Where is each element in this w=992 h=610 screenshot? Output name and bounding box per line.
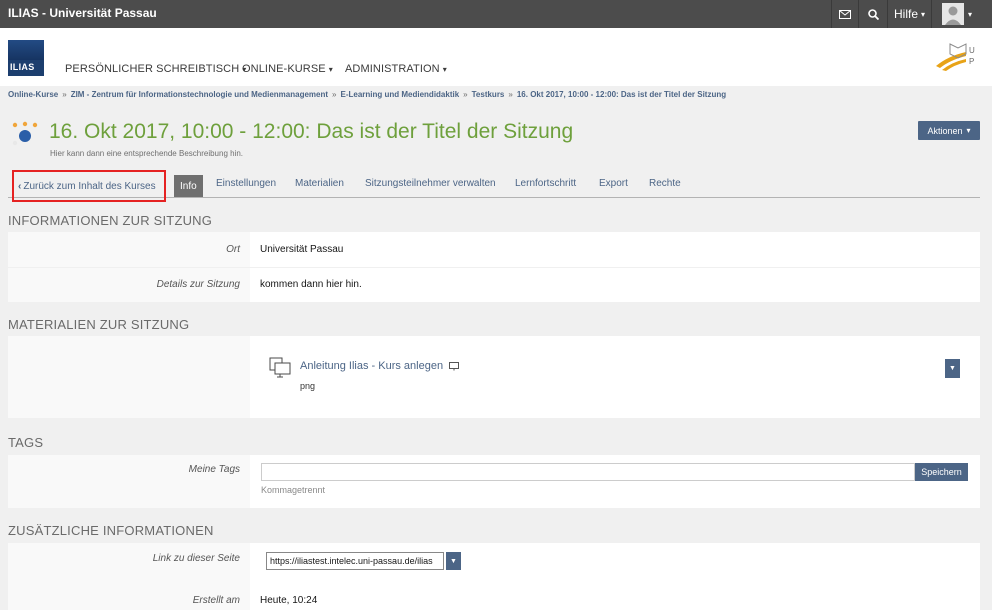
chevron-down-icon: ▾ [967,9,972,19]
page-link-dropdown[interactable]: ▼ [446,552,461,570]
monitor-icon[interactable] [449,362,459,371]
tab-info[interactable]: Info [174,175,203,197]
breadcrumb-item[interactable]: ZIM - Zentrum für Informationstechnologi… [71,90,328,99]
save-tags-button[interactable]: Speichern [915,463,968,481]
nav-online-courses[interactable]: ONLINE-KURSE ▾ [242,63,333,75]
section-title-extra: ZUSÄTZLICHE INFORMATIONEN [8,523,214,538]
logo-letter-u: U [969,46,975,55]
nav-label: ONLINE-KURSE [242,63,326,75]
material-type: png [300,381,316,391]
tab-permissions[interactable]: Rechte [649,178,681,189]
help-label: Hilfe [893,7,918,21]
field-label-tags: Meine Tags [188,464,240,475]
search-icon [867,8,879,20]
tags-input[interactable] [261,463,915,481]
nav-administration[interactable]: ADMINISTRATION ▾ [345,63,447,75]
info-panel: Ort Universität Passau Details zur Sitzu… [8,232,980,302]
back-label: Zurück zum Inhalt des Kurses [23,180,156,192]
material-link[interactable]: Anleitung Ilias - Kurs anlegen [300,360,443,372]
extra-panel: Link zu dieser Seite https://iliastest.i… [8,543,980,610]
university-passau-logo: U P [936,43,975,71]
label-column [8,336,250,418]
session-icon [12,121,38,146]
chevron-left-icon: ‹ [18,180,22,192]
tab-participants[interactable]: Sitzungsteilnehmer verwalten [365,178,496,189]
breadcrumb-separator: » [62,90,67,99]
user-avatar-icon [941,3,964,25]
field-label-created: Erstellt am [192,595,240,606]
help-menu[interactable]: Hilfe ▾ [888,0,931,28]
chevron-down-icon: ▾ [442,65,447,74]
field-label-details: Details zur Sitzung [156,279,240,290]
section-title-info: INFORMATIONEN ZUR SITZUNG [8,213,213,228]
material-actions-dropdown[interactable]: ▼ [945,359,960,378]
nav-label: PERSÖNLICHER SCHREIBTISCH [65,63,240,75]
tab-export[interactable]: Export [599,178,628,189]
breadcrumb: Online-Kurse » ZIM - Zentrum für Informati… [8,90,726,99]
breadcrumb-item[interactable]: Online-Kurse [8,90,58,99]
breadcrumb-item[interactable]: Testkurs [472,90,505,99]
tab-settings[interactable]: Einstellungen [216,178,276,189]
field-value-details: kommen dann hier hin. [260,279,362,290]
breadcrumb-item-current[interactable]: 16. Okt 2017, 10:00 - 12:00: Das ist der… [517,90,726,99]
section-title-tags: TAGS [8,435,44,450]
chevron-down-icon: ▾ [921,9,926,19]
tab-materials[interactable]: Materialien [295,178,344,189]
materials-panel: Anleitung Ilias - Kurs anlegen png ▼ [8,336,980,418]
section-title-materials: MATERIALIEN ZUR SITZUNG [8,317,190,332]
ilias-logo[interactable]: ILIAS [8,40,44,76]
chevron-down-icon: ▼ [450,557,457,565]
field-label-location: Ort [226,244,240,255]
chevron-down-icon: ▾ [966,126,971,135]
page-title: 16. Okt 2017, 10:00 - 12:00: Das ist der… [49,120,574,143]
breadcrumb-item[interactable]: E-Learning und Mediendidaktik [340,90,459,99]
nav-label: ADMINISTRATION [345,63,440,75]
mail-button[interactable] [832,0,858,28]
search-button[interactable] [859,0,887,28]
field-label-link: Link zu dieser Seite [152,553,240,564]
file-icon [269,357,291,378]
tab-learning-progress[interactable]: Lernfortschritt [515,178,576,189]
row-divider [8,267,980,268]
label-column [8,455,250,508]
top-bar: ILIAS - Universität Passau Hilfe ▾ ▾ [0,0,992,28]
logo-letter-p: P [969,57,974,66]
chevron-down-icon: ▾ [328,65,333,74]
field-value-location: Universität Passau [260,244,344,255]
nav-personal-desk[interactable]: PERSÖNLICHER SCHREIBTISCH ▾ [65,63,246,75]
actions-label: Aktionen [927,125,963,136]
mail-icon [839,9,851,19]
tags-hint: Kommagetrennt [261,485,326,495]
main-header: ILIAS PERSÖNLICHER SCHREIBTISCH ▾ ONLINE-… [0,28,992,86]
installation-title: ILIAS - Universität Passau [8,6,157,20]
breadcrumb-separator: » [463,90,468,99]
breadcrumb-separator: » [332,90,337,99]
field-value-created: Heute, 10:24 [260,595,318,606]
tags-panel: Meine Tags Speichern Kommagetrennt [8,455,980,508]
logo-stripe [8,40,44,60]
user-menu[interactable]: ▾ [932,0,982,28]
logo-text: ILIAS [10,62,35,72]
page-description: Hier kann dann eine entsprechende Beschr… [50,149,244,158]
back-to-course-tab[interactable]: ‹ Zurück zum Inhalt des Kurses [12,170,166,202]
page-link-field[interactable]: https://iliastest.intelec.uni-passau.de/… [266,552,444,570]
chevron-down-icon: ▼ [949,365,956,372]
actions-button[interactable]: Aktionen ▾ [918,121,980,140]
page-link-value: https://iliastest.intelec.uni-passau.de/… [270,556,433,566]
breadcrumb-separator: » [508,90,513,99]
